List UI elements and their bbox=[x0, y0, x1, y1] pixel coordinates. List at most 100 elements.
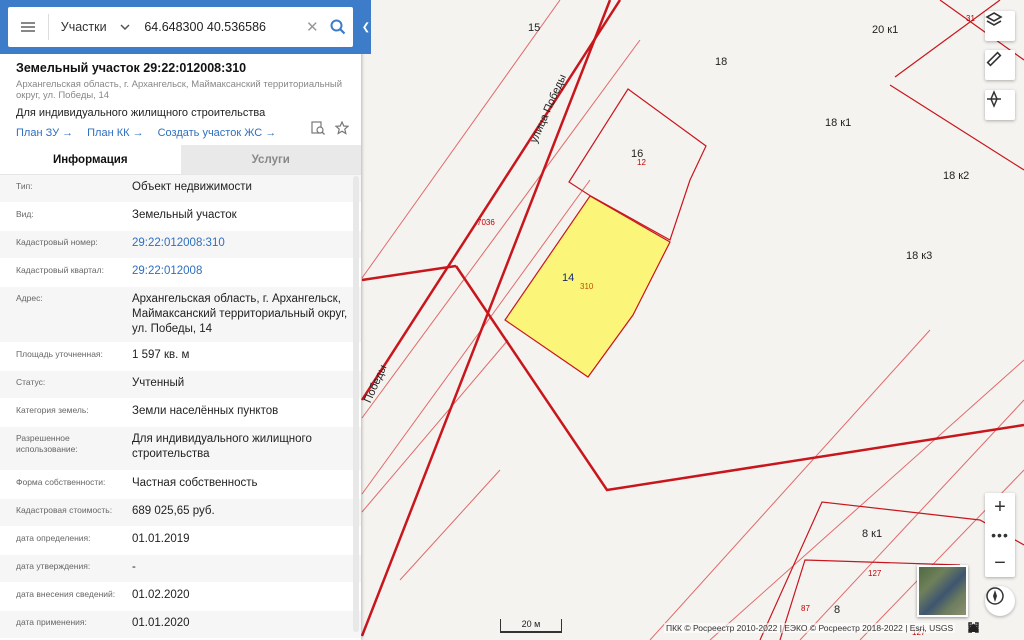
info-row-label: Разрешенное использование: bbox=[16, 433, 78, 454]
info-row-value: - bbox=[132, 561, 136, 573]
layer-select-value: Участки bbox=[60, 20, 107, 34]
locate-button[interactable] bbox=[985, 90, 1015, 120]
info-row-label: дата определения: bbox=[16, 533, 91, 543]
info-row: Кадастровая стоимость: 689 025,65 руб. bbox=[0, 499, 361, 527]
parcel-purpose: Для индивидуального жилищного строительс… bbox=[16, 107, 266, 119]
info-row-label: дата применения: bbox=[16, 617, 87, 627]
info-table: Тип: Объект недвижимости Вид: Земельный уча… bbox=[0, 175, 361, 639]
compass-button[interactable] bbox=[985, 586, 1015, 616]
info-row-label: Статус: bbox=[16, 377, 46, 387]
chevron-down-icon bbox=[120, 24, 130, 30]
ruler-icon bbox=[986, 51, 1002, 67]
search-button[interactable] bbox=[323, 19, 353, 35]
info-row-value: 689 025,65 руб. bbox=[132, 505, 215, 517]
clear-icon[interactable]: ✕ bbox=[301, 18, 323, 36]
info-row-value: 01.02.2020 bbox=[132, 589, 190, 601]
info-row-value: Объект недвижимости bbox=[132, 181, 252, 193]
info-row: Форма собственности: Частная собственност… bbox=[0, 471, 361, 499]
create-parcel-link[interactable]: Создать участок ЖС → bbox=[158, 127, 277, 139]
info-row-value: Частная собственность bbox=[132, 477, 258, 489]
info-row: Кадастровый номер: 29:22:012008:310 bbox=[0, 231, 361, 259]
info-row-value: Для индивидуального жилищного строительс… bbox=[132, 433, 312, 460]
compass-icon bbox=[986, 587, 1004, 605]
tab-info[interactable]: Информация bbox=[0, 145, 181, 174]
info-row-label: Кадастровый номер: bbox=[16, 237, 98, 247]
fullscreen-icon[interactable] bbox=[968, 622, 979, 633]
info-row-value: Учтенный bbox=[132, 377, 185, 389]
map-label: 87 bbox=[801, 604, 810, 613]
info-panel: Участки ✕ Земельный участок 29:22:012008… bbox=[0, 0, 361, 640]
plan-zu-link[interactable]: План ЗУ → bbox=[16, 127, 73, 139]
search-icon bbox=[330, 19, 346, 35]
map-label: 8 к1 bbox=[862, 528, 883, 540]
map-label: 18 к1 bbox=[825, 117, 852, 129]
info-row-link[interactable]: 29:22:012008 bbox=[132, 259, 361, 286]
menu-icon[interactable] bbox=[8, 7, 48, 47]
layers-icon bbox=[985, 12, 1003, 26]
search-map-icon[interactable] bbox=[311, 121, 325, 135]
crosshair-icon bbox=[987, 90, 1001, 108]
parcel-address: Архангельская область, г. Архангельск, М… bbox=[16, 79, 343, 101]
map-label: 14 bbox=[562, 272, 575, 284]
map-label: 20 к1 bbox=[872, 24, 899, 36]
parcel-header: Земельный участок 29:22:012008:310 Архан… bbox=[0, 54, 361, 145]
info-row-label: Вид: bbox=[16, 209, 34, 219]
info-row-label: дата внесения сведений: bbox=[16, 589, 116, 599]
info-row-value: Земельный участок bbox=[132, 209, 237, 221]
map-label: 15 bbox=[528, 22, 541, 34]
info-row-link[interactable]: 29:22:012008:310 bbox=[132, 231, 361, 258]
plan-kk-link[interactable]: План КК → bbox=[87, 127, 143, 139]
info-row-label: Форма собственности: bbox=[16, 477, 106, 487]
parcel-title: Земельный участок 29:22:012008:310 bbox=[16, 61, 247, 75]
search-box: Участки ✕ bbox=[8, 7, 353, 47]
basemap-thumbnail[interactable] bbox=[917, 565, 968, 617]
info-row: Разрешенное использование: Для индивидуал… bbox=[0, 427, 361, 471]
info-row-label: Тип: bbox=[16, 181, 33, 191]
info-row: Вид: Земельный участок bbox=[0, 203, 361, 231]
info-row-label: Категория земель: bbox=[16, 405, 89, 415]
header-icons bbox=[311, 121, 349, 135]
info-row: Категория земель: Земли населённых пункто… bbox=[0, 399, 361, 427]
search-bar: Участки ✕ bbox=[0, 0, 361, 54]
info-row: Площадь уточненная: 1 597 кв. м bbox=[0, 343, 361, 371]
tab-services[interactable]: Услуги bbox=[180, 145, 361, 174]
attribution: ПКК © Росреестр 2010-2022 | ЕЭКО © Росре… bbox=[664, 623, 956, 633]
info-row-value: 01.01.2019 bbox=[132, 533, 190, 545]
scrollbar[interactable] bbox=[353, 176, 359, 632]
info-row: дата определения: 01.01.2019 bbox=[0, 527, 361, 555]
zoom-control: + ••• − bbox=[985, 493, 1015, 577]
info-row-value: 01.01.2020 bbox=[132, 617, 190, 629]
map-label: 12 bbox=[637, 158, 646, 167]
star-icon[interactable] bbox=[335, 121, 349, 135]
map-label: 18 к3 bbox=[906, 250, 933, 262]
info-row: дата внесения сведений: 01.02.2020 bbox=[0, 583, 361, 611]
info-row: дата утверждения: - bbox=[0, 555, 361, 583]
more-button[interactable]: ••• bbox=[985, 521, 1015, 549]
ruler-button[interactable] bbox=[985, 50, 1015, 80]
info-row-value: 1 597 кв. м bbox=[132, 349, 190, 361]
info-row: Тип: Объект недвижимости bbox=[0, 175, 361, 203]
info-row: Адрес: Архангельская область, г. Архангел… bbox=[0, 287, 361, 343]
info-row: дата применения: 01.01.2020 bbox=[0, 611, 361, 639]
info-row-label: Кадастровый квартал: bbox=[16, 265, 104, 275]
info-row-label: дата утверждения: bbox=[16, 561, 91, 571]
zoom-out-button[interactable]: − bbox=[985, 549, 1015, 577]
collapse-panel-button[interactable]: ❮ bbox=[361, 0, 371, 54]
parcel-links: План ЗУ → План КК → Создать участок ЖС → bbox=[16, 127, 345, 139]
zoom-in-button[interactable]: + bbox=[985, 493, 1015, 521]
info-row-label: Площадь уточненная: bbox=[16, 349, 103, 359]
info-row-value: Архангельская область, г. Архангельск, М… bbox=[132, 293, 348, 335]
info-row-label: Кадастровая стоимость: bbox=[16, 505, 113, 515]
search-input[interactable] bbox=[136, 20, 302, 34]
map-label: 18 bbox=[715, 56, 728, 68]
info-row-label: Адрес: bbox=[16, 293, 43, 303]
map-label: 310 bbox=[580, 282, 594, 291]
map-label: 127 bbox=[868, 569, 882, 578]
info-row: Статус: Учтенный bbox=[0, 371, 361, 399]
map-label: 7036 bbox=[477, 218, 495, 227]
tabs: Информация Услуги bbox=[0, 145, 361, 175]
layers-button[interactable] bbox=[985, 11, 1015, 41]
layer-select[interactable]: Участки bbox=[49, 20, 137, 34]
map-label: 18 к2 bbox=[943, 170, 970, 182]
map-label: 31 bbox=[966, 14, 975, 23]
